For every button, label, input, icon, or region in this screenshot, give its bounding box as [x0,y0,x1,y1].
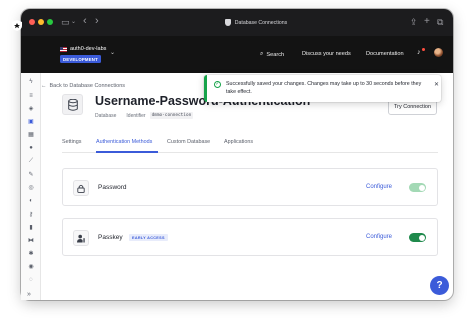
sidebar: ϟ ≡ ◈ ▣ ▦ ● ⟋ ✎ ◎ ◐ ⚷ ▮ ⧓ ✱ ◉ ◌ » [21,73,41,300]
identifier-label: Identifier [126,112,146,119]
notification-dot [422,48,425,51]
site-shield-icon [224,19,231,26]
sidebar-toggle-icon[interactable]: ▭ [61,18,70,27]
share-icon[interactable]: ⇪ [410,18,418,27]
configure-password-link[interactable]: Configure [366,184,392,190]
expand-sidebar-icon[interactable]: » [27,291,31,298]
connection-meta: Database Identifier dmmo-connection [95,112,194,119]
tab-settings[interactable]: Settings [62,139,81,145]
lock-glyph-icon [77,184,85,193]
help-button[interactable]: ? [430,276,449,295]
lock-icon[interactable]: ▣ [27,118,35,126]
method-name: Password [98,184,127,191]
lightning-icon[interactable]: ϟ [27,78,35,86]
back-link[interactable]: ← Back to Database Connections [41,83,125,89]
tenant-name: auth0-dev-labs [70,46,107,52]
connection-type: Database [95,112,117,119]
early-access-badge: EARLY ACCESS [129,234,168,241]
check-circle-icon: ✓ [214,81,221,88]
lock-icon [73,180,89,196]
broadcast-icon[interactable]: ◎ [27,184,35,192]
tab-applications[interactable]: Applications [224,139,253,145]
help-circle-icon[interactable]: ◌ [27,276,35,284]
auth0-logo-icon[interactable] [12,20,22,31]
user-key-glyph-icon [76,234,85,242]
maximize-window-button[interactable] [47,19,53,25]
settings-icon[interactable]: ✱ [27,250,35,258]
database-glyph-icon [67,98,78,111]
address-text: Database Connections [234,19,288,26]
method-card-passkey: Passkey EARLY ACCESS Configure [62,218,438,256]
tab-bar: Settings Authentication Methods Custom D… [62,139,438,153]
active-tab-indicator [96,151,158,153]
branding-icon[interactable]: ◐ [27,197,35,205]
toggle-knob [418,184,425,191]
tab-authentication-methods[interactable]: Authentication Methods [96,139,152,145]
forward-arrow-icon[interactable]: › [95,16,99,27]
pen-icon[interactable]: ✎ [27,171,35,179]
bell-icon[interactable]: ♪ [417,49,421,56]
close-icon[interactable]: ✕ [434,81,439,88]
key-icon[interactable]: ⚷ [27,211,35,219]
address-bar[interactable]: Database Connections [171,9,341,36]
shield-icon[interactable]: ◈ [27,105,35,113]
environment-badge: DEVELOPMENT [60,55,101,63]
method-name: Passkey [98,234,123,241]
user-key-icon [73,230,89,246]
tabs-overview-icon[interactable]: ⧉ [437,18,443,27]
toast-message: Successfully saved your changes. Changes… [226,81,422,95]
tenant-selector[interactable]: auth0-dev-labs [60,46,106,52]
database-icon [62,94,83,115]
chevron-down-icon[interactable]: ⌄ [110,49,115,56]
apps-icon[interactable]: ▦ [27,131,35,139]
method-card-password: Password Configure [62,168,438,206]
tab-custom-database[interactable]: Custom Database [167,139,210,145]
passkey-toggle[interactable] [409,233,426,242]
chevron-down-icon[interactable]: ⌄ [71,18,76,27]
back-label: Back to Database Connections [49,83,126,89]
us-flag-icon [60,46,67,52]
search-label: Search [266,51,285,58]
identifier-value: dmmo-connection [149,112,194,119]
avatar[interactable] [434,48,443,57]
chart-icon[interactable]: ▮ [27,224,35,232]
discuss-needs-link[interactable]: Discuss your needs [302,51,351,57]
marketplace-icon[interactable]: ◉ [27,263,35,271]
code-icon[interactable]: ⟋ [27,157,35,165]
search-icon: ⌕ [260,51,264,57]
layers-icon[interactable]: ≡ [27,92,35,100]
minimize-window-button[interactable] [38,19,44,25]
documentation-link[interactable]: Documentation [366,51,404,57]
toggle-knob [418,234,425,241]
arrow-left-icon: ← [41,83,47,89]
browser-chrome: ▭ ⌄ ‹ › Database Connections ⇪ + ⧉ [21,9,453,36]
new-tab-icon[interactable]: + [424,17,430,27]
success-toast: ✓ Successfully saved your changes. Chang… [204,75,441,102]
search-button[interactable]: ⌕ Search [260,51,284,58]
extensions-icon[interactable]: ⧓ [27,237,35,245]
user-icon[interactable]: ● [27,144,35,152]
configure-passkey-link[interactable]: Configure [366,234,392,240]
close-window-button[interactable] [29,19,35,25]
back-arrow-icon[interactable]: ‹ [83,16,87,27]
password-toggle[interactable] [409,183,426,192]
